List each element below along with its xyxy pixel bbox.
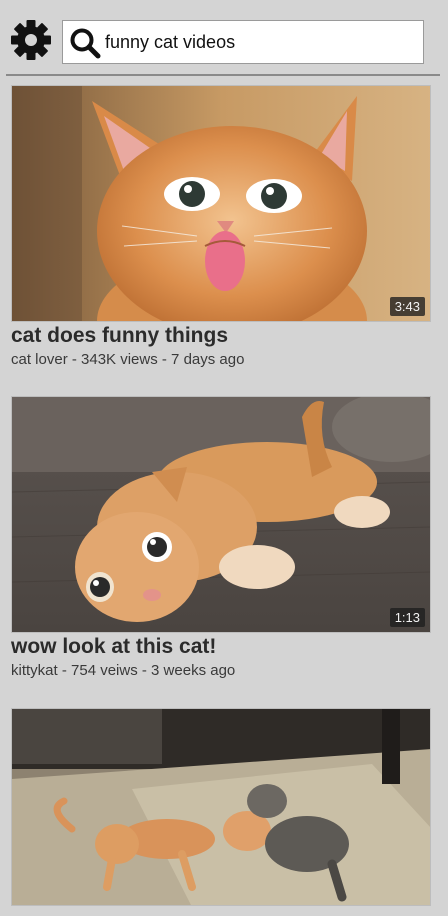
search-bar[interactable] xyxy=(62,20,424,64)
duration-badge: 1:13 xyxy=(389,608,425,627)
header-divider xyxy=(6,74,440,76)
video-card[interactable]: 3:43 cat does funny things cat lover - 3… xyxy=(11,85,431,369)
video-thumbnail[interactable]: 1:13 xyxy=(11,396,431,633)
search-input[interactable] xyxy=(105,21,419,63)
duration-badge: 3:43 xyxy=(389,297,425,316)
video-title[interactable]: wow look at this cat! xyxy=(11,635,431,659)
video-card[interactable] xyxy=(11,708,431,906)
video-thumbnail[interactable] xyxy=(11,708,431,906)
video-meta: cat lover - 343K views - 7 days ago xyxy=(11,351,245,368)
gear-icon[interactable] xyxy=(10,19,52,61)
top-bar xyxy=(0,0,448,74)
video-card[interactable]: 1:13 wow look at this cat! kittykat - 75… xyxy=(11,396,431,680)
search-icon[interactable] xyxy=(69,27,101,59)
video-title[interactable]: cat does funny things xyxy=(11,324,431,348)
video-thumbnail[interactable]: 3:43 xyxy=(11,85,431,322)
video-meta: kittykat - 754 veiws - 3 weeks ago xyxy=(11,662,236,679)
